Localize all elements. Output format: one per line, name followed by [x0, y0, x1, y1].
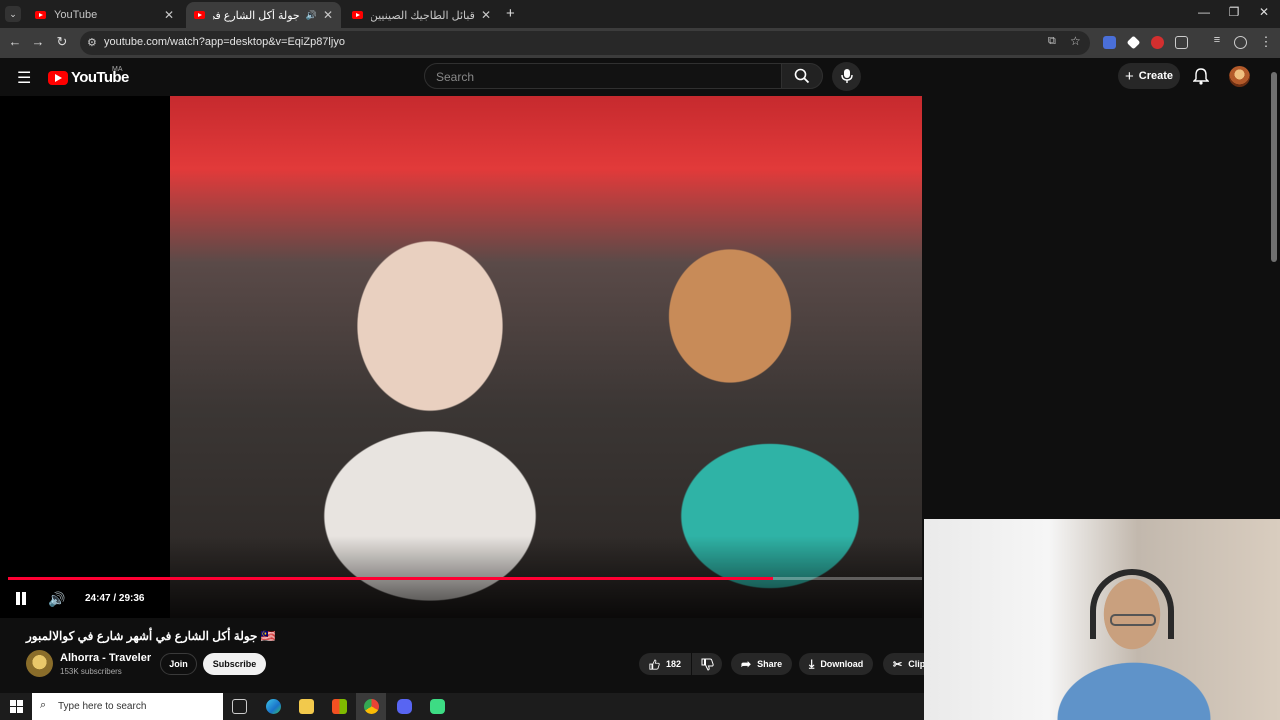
- chrome-icon[interactable]: [364, 699, 379, 714]
- time-display: 24:47 / 29:36: [85, 593, 145, 604]
- glasses: [1110, 614, 1156, 626]
- youtube-favicon-icon: [35, 11, 46, 19]
- profile-icon[interactable]: [1234, 36, 1247, 49]
- video-title: جولة أكل الشارع في أشهر شارع في كوالالمب…: [26, 629, 276, 643]
- bookmark-star-icon[interactable]: ☆: [1070, 34, 1081, 48]
- extensions-puzzle-icon[interactable]: [1175, 36, 1188, 49]
- microsoft-store-icon[interactable]: [332, 699, 347, 714]
- site-info-icon[interactable]: ⚙: [87, 36, 97, 49]
- download-label: Download: [820, 659, 864, 669]
- youtube-masthead: ☰ YouTube MA + Create: [0, 58, 1280, 96]
- volume-icon[interactable]: 🔊: [48, 591, 65, 608]
- youtube-logo[interactable]: YouTube MA: [48, 66, 129, 86]
- voice-search-button[interactable]: [832, 62, 861, 91]
- taskbar-search-placeholder: Type here to search: [58, 701, 147, 712]
- tab-title: قبائل الطاجيك الصينيين | مسلمو...: [371, 9, 475, 22]
- close-window-button[interactable]: ✕: [1254, 5, 1274, 19]
- subscriber-count: 153K subscribers: [60, 667, 122, 676]
- browser-menu-icon[interactable]: ⋮: [1257, 34, 1275, 50]
- edge-browser-icon[interactable]: [266, 699, 281, 714]
- create-button[interactable]: + Create: [1118, 63, 1180, 89]
- adblock-extension-icon[interactable]: [1151, 36, 1164, 49]
- browser-tab-youtube[interactable]: YouTube ✕: [27, 2, 182, 28]
- like-count: 182: [665, 659, 681, 669]
- video-player[interactable]: [0, 96, 922, 618]
- headphones: [1090, 569, 1174, 639]
- reload-icon[interactable]: ↻: [53, 34, 71, 50]
- browser-toolbar: ← → ↻ ⚙ youtube.com/watch?app=desktop&v=…: [0, 28, 1280, 58]
- tab-close-icon[interactable]: ✕: [323, 8, 333, 22]
- pause-button[interactable]: [14, 591, 28, 607]
- share-icon: ➦: [741, 657, 752, 671]
- share-button[interactable]: ➦ Share: [731, 653, 793, 675]
- download-button[interactable]: ⤓ Download: [799, 653, 874, 675]
- thumbs-up-icon: [649, 658, 660, 670]
- hamburger-menu-icon[interactable]: ☰: [17, 68, 31, 88]
- user-avatar[interactable]: [1229, 66, 1250, 87]
- notifications-bell-icon[interactable]: [1192, 67, 1210, 90]
- tab-close-icon[interactable]: ✕: [481, 8, 491, 22]
- discord-icon[interactable]: [397, 699, 412, 714]
- webcam-overlay: [924, 519, 1280, 720]
- share-label: Share: [757, 659, 783, 669]
- tab-title: YouTube: [54, 9, 98, 21]
- translate-extension-icon[interactable]: [1103, 36, 1116, 49]
- search-button[interactable]: [781, 63, 823, 89]
- windows-taskbar: ⌕ Type here to search: [0, 693, 924, 720]
- tab-title: جولة أكل الشارع في أشهر شا: [213, 9, 300, 22]
- youtube-favicon-icon: [194, 11, 205, 19]
- thumbs-down-icon: [701, 658, 714, 671]
- new-tab-button[interactable]: +: [506, 5, 515, 22]
- channel-name[interactable]: Alhorra - Traveler: [60, 652, 151, 664]
- extension-icon[interactable]: [1126, 35, 1141, 50]
- restore-button[interactable]: ❐: [1224, 5, 1244, 19]
- like-button[interactable]: 182: [639, 653, 691, 675]
- youtube-favicon-icon: [352, 11, 363, 19]
- channel-avatar[interactable]: [26, 650, 53, 677]
- tab-close-icon[interactable]: ✕: [164, 8, 174, 22]
- minimize-button[interactable]: —: [1194, 5, 1214, 19]
- youtube-play-icon: [48, 70, 68, 85]
- speaker-icon: 🔊: [305, 9, 317, 20]
- forward-arrow-icon[interactable]: →: [29, 34, 47, 49]
- taskbar-search-box[interactable]: ⌕ Type here to search: [32, 693, 223, 720]
- file-explorer-icon[interactable]: [299, 699, 314, 714]
- plus-icon: +: [1124, 67, 1134, 85]
- task-view-icon[interactable]: [232, 699, 247, 714]
- windows-start-icon[interactable]: [10, 700, 23, 713]
- scissors-icon: ✂: [893, 658, 903, 671]
- search-icon: ⌕: [40, 699, 47, 711]
- address-bar[interactable]: ⚙ youtube.com/watch?app=desktop&v=EqiZp8…: [80, 31, 1090, 55]
- country-code: MA: [112, 66, 123, 73]
- clip-label: Clip: [908, 659, 924, 669]
- join-button[interactable]: Join: [160, 653, 197, 675]
- progress-bar-played: [8, 577, 774, 580]
- url-text[interactable]: youtube.com/watch?app=desktop&v=EqiZp87l…: [104, 36, 345, 48]
- subscribe-button[interactable]: Subscribe: [203, 653, 266, 675]
- search-input[interactable]: [434, 69, 764, 85]
- media-controls-icon[interactable]: ≡: [1208, 34, 1226, 46]
- clip-button[interactable]: ✂ Clip: [883, 653, 924, 675]
- back-arrow-icon[interactable]: ←: [6, 34, 24, 49]
- browser-tab-third[interactable]: قبائل الطاجيك الصينيين | مسلمو... ✕: [344, 2, 499, 28]
- browser-tab-active[interactable]: جولة أكل الشارع في أشهر شا 🔊 ✕: [186, 2, 341, 28]
- page-scrollbar[interactable]: [1271, 72, 1277, 262]
- android-app-icon[interactable]: [430, 699, 445, 714]
- download-icon: ⤓: [809, 656, 815, 671]
- tab-list-dropdown[interactable]: ⌄: [5, 6, 21, 22]
- microphone-icon: [841, 69, 853, 83]
- dislike-button[interactable]: [692, 653, 722, 675]
- browser-tab-strip: ⌄ YouTube ✕ جولة أكل الشارع في أشهر شا 🔊…: [0, 0, 1280, 28]
- create-label: Create: [1138, 70, 1173, 82]
- search-icon: [794, 68, 810, 84]
- install-app-icon[interactable]: ⧉: [1048, 35, 1056, 48]
- search-box[interactable]: [424, 63, 782, 89]
